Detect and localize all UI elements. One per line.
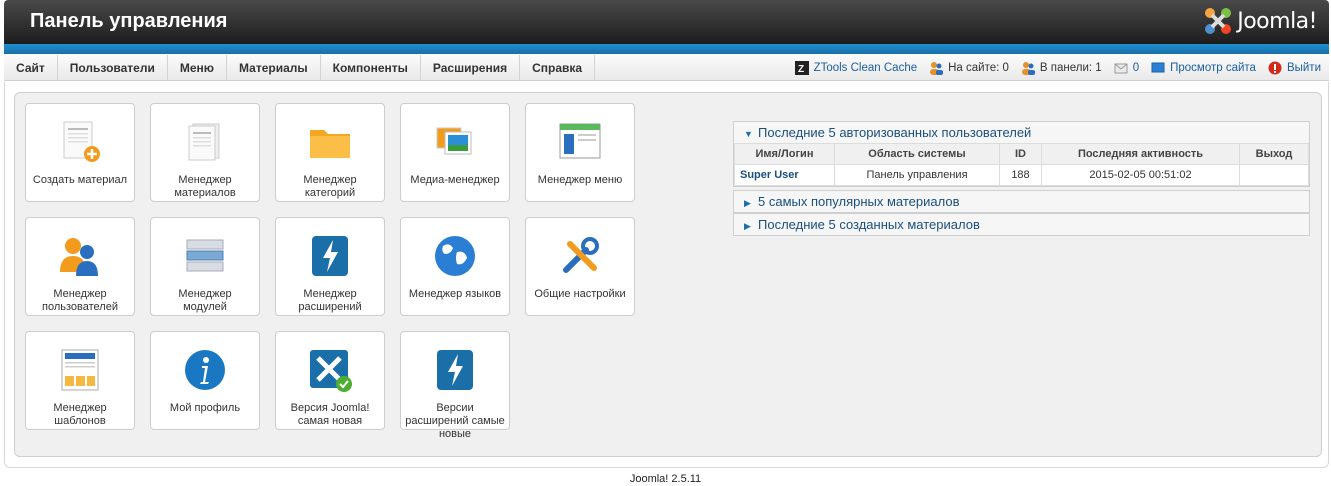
svg-text:Z: Z bbox=[798, 64, 804, 75]
column-header: Область системы bbox=[834, 143, 1000, 165]
panel-popular-articles[interactable]: ▶ 5 самых популярных материалов bbox=[733, 190, 1310, 213]
header-accent-strip bbox=[4, 44, 1329, 54]
tile-joomla-update[interactable]: Версия Joomla! самая новая bbox=[275, 331, 385, 430]
module-manager-icon bbox=[186, 239, 224, 272]
user-link[interactable]: Super User bbox=[734, 164, 835, 186]
logout-link[interactable]: Выйти bbox=[1268, 61, 1321, 75]
menu-content[interactable]: Материалы bbox=[227, 55, 321, 81]
tile-user-manager[interactable]: Менеджер пользователей bbox=[25, 217, 135, 316]
extension-update-icon bbox=[437, 350, 473, 390]
triangle-right-icon: ▶ bbox=[744, 221, 751, 231]
menu-help[interactable]: Справка bbox=[520, 55, 596, 81]
tile-label: Менеджер пользователей bbox=[42, 288, 118, 313]
table-cell: Панель управления bbox=[834, 164, 1000, 186]
table-cell: 2015-02-05 00:51:02 bbox=[1041, 164, 1240, 186]
column-header: Выход bbox=[1239, 143, 1309, 165]
tile-label: Менеджер категорий bbox=[303, 174, 357, 199]
template-manager-icon bbox=[61, 349, 99, 391]
tile-label: Менеджер расширений bbox=[298, 288, 362, 313]
column-header: Имя/Логин bbox=[734, 143, 835, 165]
messages-link[interactable]: 0 bbox=[1114, 61, 1139, 75]
table-cell bbox=[1239, 164, 1309, 186]
panel-latest-articles[interactable]: ▶ Последние 5 созданных материалов bbox=[733, 213, 1310, 236]
tile-label: Создать материал bbox=[32, 174, 128, 186]
tile-label: Менеджер меню bbox=[537, 174, 623, 186]
menu-components[interactable]: Компоненты bbox=[321, 55, 421, 81]
panel-title: Последние 5 авторизованных пользователей bbox=[758, 125, 1032, 140]
joomla-update-icon bbox=[310, 350, 352, 392]
tile-label: Менеджер материалов bbox=[174, 174, 236, 199]
users-in-panel: В панели: 1 bbox=[1021, 61, 1102, 75]
extension-manager-icon bbox=[312, 236, 348, 276]
tile-extension-update[interactable]: Версии расширений самые новые bbox=[400, 331, 510, 440]
article-manager-icon bbox=[188, 123, 220, 161]
tile-template-manager[interactable]: Менеджер шаблонов bbox=[25, 331, 135, 430]
tile-article-manager[interactable]: Менеджер материалов bbox=[150, 103, 260, 202]
footer-version: Joomla! 2.5.11 bbox=[629, 473, 702, 485]
logout-icon bbox=[1268, 61, 1282, 75]
tile-label: Менеджер шаблонов bbox=[53, 402, 107, 427]
top-menu: Сайт Пользователи Меню Материалы Компоне… bbox=[4, 55, 1329, 81]
tile-my-profile[interactable]: Мой профиль bbox=[150, 331, 260, 430]
tile-label: Медиа-менеджер bbox=[410, 174, 500, 186]
triangle-right-icon: ▶ bbox=[744, 198, 751, 208]
page-title: Панель управления bbox=[30, 10, 228, 32]
tile-label: Версии расширений самые новые bbox=[405, 402, 505, 440]
column-header: Последняя активность bbox=[1041, 143, 1240, 165]
menu-menus[interactable]: Меню bbox=[168, 55, 228, 81]
tile-label: Версия Joomla! самая новая bbox=[290, 402, 370, 427]
view-site-link[interactable]: Просмотр сайта bbox=[1151, 61, 1256, 75]
tile-global-configuration[interactable]: Общие настройки bbox=[525, 217, 635, 316]
tile-label: Менеджер языков bbox=[408, 288, 502, 300]
panel-title: Последние 5 созданных материалов bbox=[758, 217, 980, 232]
joomla-logo-icon bbox=[1205, 8, 1232, 34]
panel-latest-header[interactable]: ▶ Последние 5 созданных материалов bbox=[734, 214, 1309, 235]
joomla-logo: Joomla! bbox=[1203, 6, 1317, 36]
tile-create-article[interactable]: Создать материал bbox=[25, 103, 135, 202]
logged-users-table: Имя/Логин Область системы ID Последняя а… bbox=[734, 143, 1309, 186]
tile-menu-manager[interactable]: Менеджер меню bbox=[525, 103, 635, 202]
panel-popular-header[interactable]: ▶ 5 самых популярных материалов bbox=[734, 191, 1309, 212]
menu-site[interactable]: Сайт bbox=[4, 55, 58, 81]
panel-logged-users: ▼ Последние 5 авторизованных пользователе… bbox=[733, 121, 1310, 187]
global-config-icon bbox=[563, 237, 599, 273]
media-manager-icon bbox=[436, 127, 472, 155]
tile-category-manager[interactable]: Менеджер категорий bbox=[275, 103, 385, 202]
tile-language-manager[interactable]: Менеджер языков bbox=[400, 217, 510, 316]
panel-logged-users-header[interactable]: ▼ Последние 5 авторизованных пользователе… bbox=[734, 122, 1309, 143]
triangle-down-icon: ▼ bbox=[744, 129, 753, 139]
category-manager-icon bbox=[310, 130, 350, 158]
admin-users-icon bbox=[1021, 62, 1035, 75]
table-cell: 188 bbox=[999, 164, 1042, 186]
profile-icon bbox=[185, 350, 225, 390]
messages-icon bbox=[1114, 63, 1128, 74]
monitor-icon bbox=[1151, 62, 1165, 73]
joomla-wordmark: Joomla! bbox=[1237, 8, 1317, 34]
header-bar: Панель управления Joomla! bbox=[4, 0, 1329, 44]
clean-cache-link[interactable]: Z ZTools Clean Cache bbox=[794, 61, 917, 75]
users-icon bbox=[930, 62, 944, 75]
users-on-site: На сайте: 0 bbox=[929, 61, 1009, 75]
tile-label: Общие настройки bbox=[534, 288, 626, 300]
create-article-icon bbox=[63, 121, 100, 162]
status-bar: Z ZTools Clean Cache На сайте: 0 В панел… bbox=[794, 55, 1321, 81]
tile-module-manager[interactable]: Менеджер модулей bbox=[150, 217, 260, 316]
tile-media-manager[interactable]: Медиа-менеджер bbox=[400, 103, 510, 202]
table-row: Super User Панель управления 188 2015-02… bbox=[734, 164, 1309, 186]
tile-extension-manager[interactable]: Менеджер расширений bbox=[275, 217, 385, 316]
tile-label: Менеджер модулей bbox=[178, 288, 232, 313]
menu-manager-icon bbox=[559, 123, 601, 159]
menu-users[interactable]: Пользователи bbox=[58, 55, 168, 81]
ztools-icon: Z bbox=[794, 61, 809, 75]
language-manager-icon bbox=[435, 236, 475, 276]
user-manager-icon bbox=[60, 238, 98, 276]
column-header: ID bbox=[999, 143, 1042, 165]
tile-label: Мой профиль bbox=[169, 402, 241, 414]
panel-title: 5 самых популярных материалов bbox=[758, 194, 960, 209]
menu-extensions[interactable]: Расширения bbox=[421, 55, 521, 81]
